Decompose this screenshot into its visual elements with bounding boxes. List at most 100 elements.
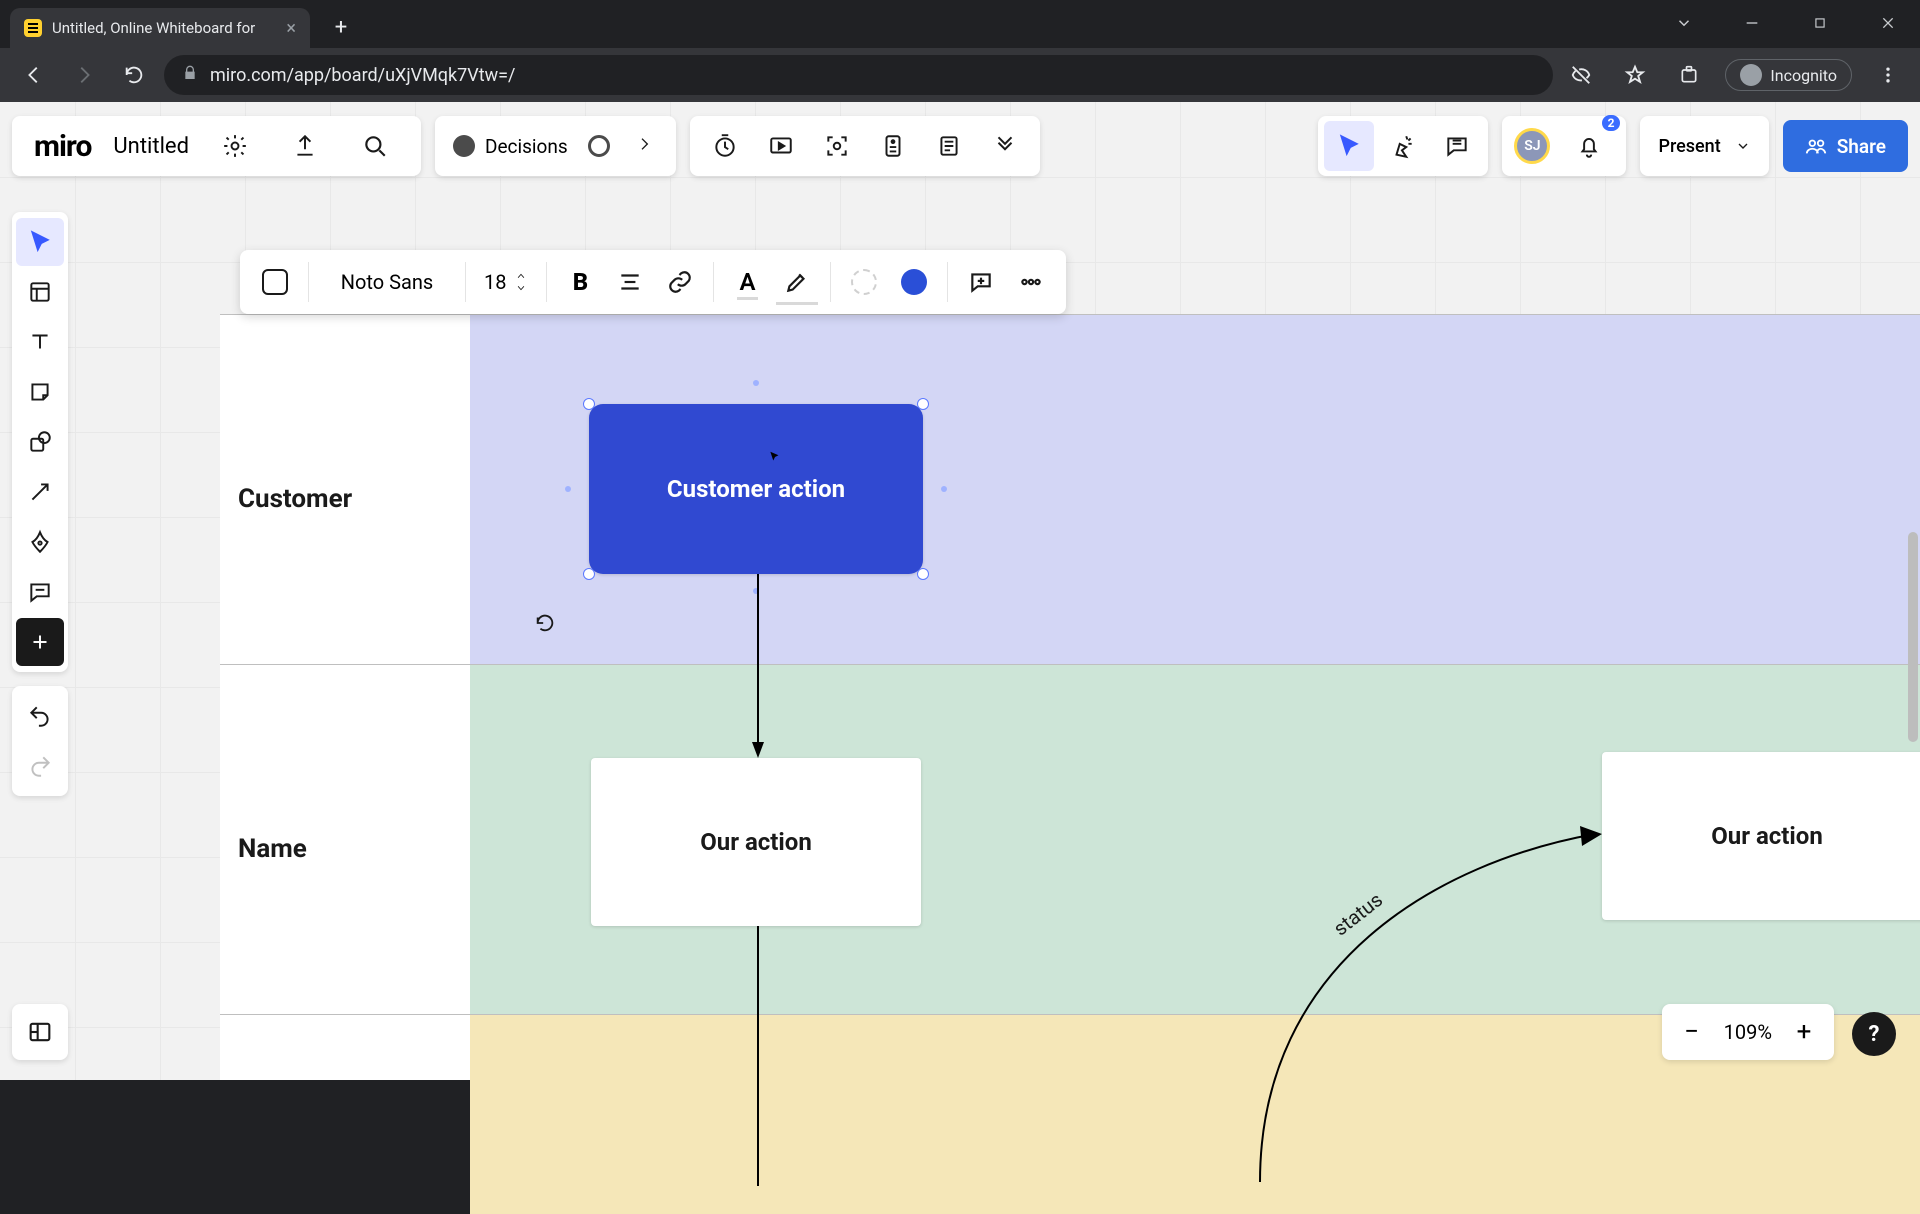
settings-icon[interactable] xyxy=(211,133,259,159)
shape-type-button[interactable] xyxy=(250,257,300,307)
miro-logo[interactable]: miro xyxy=(34,129,91,164)
notification-badge: 2 xyxy=(1602,115,1621,131)
timer-icon[interactable] xyxy=(700,121,750,171)
comment-sidebar-tool[interactable] xyxy=(16,568,64,616)
eye-off-icon[interactable] xyxy=(1563,57,1599,93)
lane-label-customer[interactable]: Customer xyxy=(238,484,352,514)
node-label: Customer action xyxy=(667,475,845,503)
select-tool[interactable] xyxy=(1324,121,1374,171)
present-label: Present xyxy=(1658,136,1720,157)
zoom-out-button[interactable]: − xyxy=(1674,1014,1710,1050)
frames-next-icon[interactable] xyxy=(630,136,658,156)
minimize-icon[interactable] xyxy=(1732,8,1772,38)
canvas[interactable]: Customer Name Customer action Our action… xyxy=(0,102,1920,1080)
present-button[interactable]: Present xyxy=(1640,116,1768,176)
add-comment-button[interactable] xyxy=(956,257,1006,307)
comment-tool[interactable] xyxy=(1432,121,1482,171)
align-button[interactable] xyxy=(605,257,655,307)
frame-chip-decisions[interactable]: Decisions xyxy=(453,135,568,158)
link-button[interactable] xyxy=(655,257,705,307)
help-button[interactable]: ? xyxy=(1852,1012,1896,1056)
bold-button[interactable]: B xyxy=(555,257,605,307)
node-customer-action[interactable]: Customer action xyxy=(589,404,923,574)
tab-search-icon[interactable] xyxy=(1664,8,1704,38)
forward-button[interactable] xyxy=(64,55,104,95)
frames-panel-button[interactable] xyxy=(12,1004,68,1060)
connector-dot-w[interactable] xyxy=(565,486,571,492)
border-color-button[interactable] xyxy=(839,257,889,307)
rotate-handle[interactable] xyxy=(534,612,556,634)
font-family-select[interactable]: Noto Sans xyxy=(317,257,457,307)
arrow-tool[interactable] xyxy=(16,468,64,516)
font-size-input[interactable]: 18 xyxy=(474,257,538,307)
lane-headers: Customer Name xyxy=(220,314,470,1080)
maximize-icon[interactable] xyxy=(1800,8,1840,38)
estimate-icon[interactable] xyxy=(868,121,918,171)
text-tool[interactable] xyxy=(16,318,64,366)
shape-context-toolbar: Noto Sans 18 B A xyxy=(240,250,1066,314)
undo-button[interactable] xyxy=(16,692,64,740)
close-window-icon[interactable] xyxy=(1868,8,1908,38)
reload-button[interactable] xyxy=(114,55,154,95)
template-tool[interactable] xyxy=(16,268,64,316)
cursor-icon xyxy=(768,450,782,464)
reactions-icon[interactable] xyxy=(1378,121,1428,171)
browser-tab[interactable]: Untitled, Online Whiteboard for × xyxy=(10,8,310,48)
shape-tool[interactable] xyxy=(16,418,64,466)
vertical-scrollbar[interactable] xyxy=(1908,532,1918,742)
focus-icon[interactable] xyxy=(812,121,862,171)
address-bar[interactable]: miro.com/app/board/uXjVMqk7Vtw=/ xyxy=(164,55,1553,95)
resize-handle-sw[interactable] xyxy=(583,568,595,580)
lane-label-name[interactable]: Name xyxy=(238,834,307,864)
star-icon[interactable] xyxy=(1617,57,1653,93)
new-tab-button[interactable]: + xyxy=(324,10,358,44)
url-text: miro.com/app/board/uXjVMqk7Vtw=/ xyxy=(210,65,515,86)
no-border-icon xyxy=(851,269,877,295)
node-our-action-1[interactable]: Our action xyxy=(591,758,921,926)
more-apps-icon[interactable] xyxy=(980,121,1030,171)
zoom-value[interactable]: 109% xyxy=(1724,1020,1772,1044)
connector-dot-e[interactable] xyxy=(941,486,947,492)
zoom-controls: − 109% + xyxy=(1662,1004,1834,1060)
board-title[interactable]: Untitled xyxy=(113,134,189,159)
kebab-menu-icon[interactable] xyxy=(1870,57,1906,93)
chevron-down-icon xyxy=(1735,138,1751,154)
sticky-note-tool[interactable] xyxy=(16,368,64,416)
connector-dot-n[interactable] xyxy=(753,380,759,386)
context-more-button[interactable] xyxy=(1006,257,1056,307)
resize-handle-ne[interactable] xyxy=(917,398,929,410)
fill-blue-icon xyxy=(901,269,927,295)
frames-navigator[interactable]: Decisions xyxy=(435,116,676,176)
connector-dot-s[interactable] xyxy=(753,588,759,594)
pointer-tool[interactable] xyxy=(16,218,64,266)
resize-handle-nw[interactable] xyxy=(583,398,595,410)
notifications-button[interactable]: 2 xyxy=(1564,121,1614,171)
export-icon[interactable] xyxy=(281,133,329,159)
extensions-icon[interactable] xyxy=(1671,57,1707,93)
incognito-indicator[interactable]: Incognito xyxy=(1725,59,1852,91)
miro-favicon xyxy=(24,19,42,37)
share-button[interactable]: Share xyxy=(1783,120,1908,172)
node-our-action-2[interactable]: Our action xyxy=(1602,752,1920,920)
pen-tool[interactable] xyxy=(16,518,64,566)
text-color-button[interactable]: A xyxy=(722,257,772,307)
zoom-in-button[interactable]: + xyxy=(1786,1014,1822,1050)
highlight-button[interactable] xyxy=(772,257,822,307)
pointer-tools xyxy=(1318,116,1488,176)
more-tools-button[interactable] xyxy=(16,618,64,666)
font-size-spinner[interactable] xyxy=(514,271,528,293)
search-icon[interactable] xyxy=(351,133,399,159)
people-icon xyxy=(1805,135,1827,157)
redo-button[interactable] xyxy=(16,742,64,790)
fill-color-button[interactable] xyxy=(889,257,939,307)
text-color-icon: A xyxy=(739,268,755,296)
notes-icon[interactable] xyxy=(924,121,974,171)
close-tab-icon[interactable]: × xyxy=(286,18,296,39)
rounded-square-icon xyxy=(262,269,288,295)
avatar[interactable]: SJ xyxy=(1514,128,1550,164)
top-tools xyxy=(690,116,1040,176)
resize-handle-se[interactable] xyxy=(917,568,929,580)
tab-title: Untitled, Online Whiteboard for xyxy=(52,19,255,37)
back-button[interactable] xyxy=(14,55,54,95)
presentation-icon[interactable] xyxy=(756,121,806,171)
